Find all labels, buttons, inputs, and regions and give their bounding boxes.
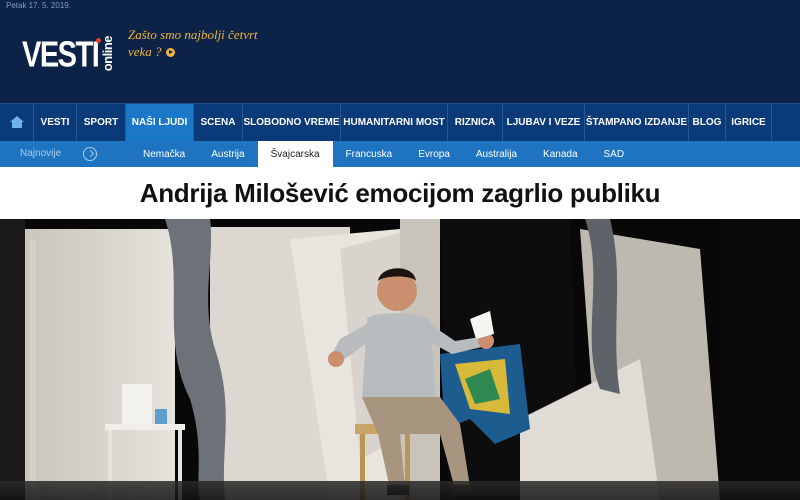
sub-item-svajcarska[interactable]: Švajcarska: [257, 141, 333, 167]
nav-item-stampano-izdanje[interactable]: ŠTAMPANO IZDANJE: [585, 104, 689, 141]
chevron-right-icon[interactable]: [83, 147, 97, 161]
stage-photo-illustration: [0, 219, 800, 500]
sub-item-nemacka[interactable]: Nemačka: [130, 141, 198, 167]
site-logo[interactable]: VESTI online: [22, 34, 115, 84]
nav-item-scena[interactable]: SCENA: [194, 104, 243, 141]
home-icon: [9, 116, 24, 129]
nav-item-riznica[interactable]: RIZNICA: [448, 104, 503, 141]
sub-item-francuska[interactable]: Francuska: [333, 141, 406, 167]
article-title-bar: Andrija Milošević emocijom zagrlio publi…: [0, 167, 800, 219]
sub-nav: Najnovije Nemačka Austrija Švajcarska Fr…: [0, 141, 800, 167]
nav-item-ljubav-i-veze[interactable]: LJUBAV I VEZE: [503, 104, 585, 141]
current-date: Petak 17. 5. 2019.: [6, 1, 71, 10]
sub-item-evropa[interactable]: Evropa: [405, 141, 463, 167]
logo-sub-text: online: [100, 36, 116, 72]
arrow-circle-icon: [165, 48, 175, 57]
nav-item-igrice[interactable]: IGRICE: [726, 104, 772, 141]
tagline-text: Zašto smo najbolji četvrt veka ?: [128, 27, 258, 59]
site-header: Petak 17. 5. 2019. VESTI online Zašto sm…: [0, 0, 800, 103]
sub-item-australija[interactable]: Australija: [463, 141, 530, 167]
logo-main-text: VESTI: [22, 35, 100, 76]
nav-item-sport[interactable]: SPORT: [77, 104, 126, 141]
article-title: Andrija Milošević emocijom zagrlio publi…: [139, 177, 661, 208]
sub-item-kanada[interactable]: Kanada: [530, 141, 590, 167]
tagline-link[interactable]: Zašto smo najbolji četvrt veka ?: [128, 26, 278, 60]
nav-item-slobodno-vreme[interactable]: SLOBODNO VREME: [243, 104, 341, 141]
nav-item-humanitarni-most[interactable]: HUMANITARNI MOST: [341, 104, 448, 141]
nav-item-blog[interactable]: BLOG: [689, 104, 726, 141]
logo-dot: [96, 38, 101, 43]
nav-home[interactable]: [0, 104, 34, 141]
sub-nav-items: Nemačka Austrija Švajcarska Francuska Ev…: [130, 141, 637, 167]
nav-item-vesti[interactable]: VESTI: [34, 104, 77, 141]
latest-link[interactable]: Najnovije: [20, 148, 61, 159]
article-photo: [0, 219, 800, 500]
sub-item-austrija[interactable]: Austrija: [198, 141, 257, 167]
main-nav: VESTI SPORT NAŠI LJUDI SCENA SLOBODNO VR…: [0, 103, 800, 141]
nav-item-nasi-ljudi[interactable]: NAŠI LJUDI: [126, 104, 194, 141]
sub-item-sad[interactable]: SAD: [591, 141, 638, 167]
